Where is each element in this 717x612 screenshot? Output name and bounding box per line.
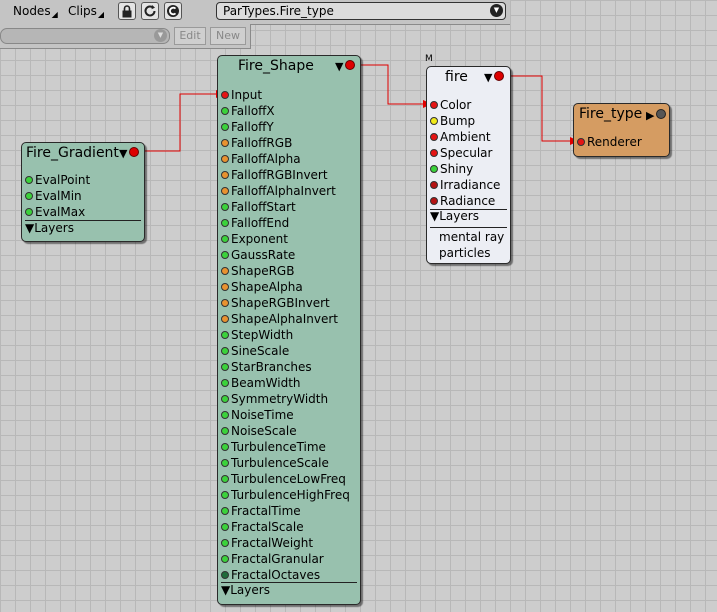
pin-falloffy[interactable]: FalloffY <box>218 119 360 135</box>
pin-falloffstart[interactable]: FalloffStart <box>218 199 360 215</box>
node-badge: M <box>425 54 433 64</box>
pin-exponent[interactable]: Exponent <box>218 231 360 247</box>
node-title: fire <box>445 69 468 85</box>
pin-falloffx[interactable]: FalloffX <box>218 103 360 119</box>
pin-shapergb[interactable]: ShapeRGB <box>218 263 360 279</box>
pin-falloffrgbinvert[interactable]: FalloffRGBInvert <box>218 167 360 183</box>
pin-fractalweight[interactable]: FractalWeight <box>218 535 360 551</box>
pin-falloffrgb[interactable]: FalloffRGB <box>218 135 360 151</box>
wire-shape-to-fire <box>357 64 425 105</box>
node-fire-type[interactable]: Fire_type ▶ Renderer <box>573 103 670 157</box>
pin-evalmax[interactable]: EvalMax <box>22 204 144 220</box>
pin-fractaloctaves[interactable]: FractalOctaves <box>218 567 360 583</box>
pin-noisetime[interactable]: NoiseTime <box>218 407 360 423</box>
pin-evalmin[interactable]: EvalMin <box>22 188 144 204</box>
pin-evalpoint[interactable]: EvalPoint <box>22 172 144 188</box>
layers-toggle[interactable]: ▼Layers <box>221 583 270 597</box>
shader-category: particles <box>439 246 491 260</box>
output-port[interactable] <box>345 60 356 70</box>
wire-gradient-to-shape <box>137 93 218 152</box>
pin-ambient[interactable]: Ambient <box>427 129 510 145</box>
output-port[interactable] <box>494 71 505 81</box>
layers-toggle[interactable]: ▼Layers <box>430 209 479 223</box>
pin-list: EvalPoint EvalMin EvalMax <box>22 172 144 220</box>
node-title: Fire_Shape <box>238 58 314 74</box>
pin-list: Input FalloffX FalloffY FalloffRGB FalloffAl… <box>218 87 360 583</box>
pin-list: Renderer <box>574 134 669 150</box>
collapse-icon[interactable]: ▼ <box>119 147 127 160</box>
pin-specular[interactable]: Specular <box>427 145 510 161</box>
node-fire-shape[interactable]: Fire_Shape ▼ Input FalloffX FalloffY Fallof… <box>217 55 361 605</box>
node-title: Fire_type <box>579 106 643 122</box>
collapse-icon[interactable]: ▼ <box>335 60 343 73</box>
pin-irradiance[interactable]: Irradiance <box>427 177 510 193</box>
pin-noisescale[interactable]: NoiseScale <box>218 423 360 439</box>
pin-shapealphainvert[interactable]: ShapeAlphaInvert <box>218 311 360 327</box>
pin-list: Color Bump Ambient Specular Shiny Irradi… <box>427 97 510 209</box>
node-fire-gradient[interactable]: Fire_Gradient ▼ EvalPoint EvalMin EvalMa… <box>21 142 145 242</box>
play-icon[interactable]: ▶ <box>646 109 654 122</box>
output-port[interactable] <box>129 147 140 157</box>
pin-starbranches[interactable]: StarBranches <box>218 359 360 375</box>
pin-gaussrate[interactable]: GaussRate <box>218 247 360 263</box>
pin-fractaltime[interactable]: FractalTime <box>218 503 360 519</box>
layers-toggle[interactable]: ▼Layers <box>25 221 74 235</box>
pin-turbulencehighfreq[interactable]: TurbulenceHighFreq <box>218 487 360 503</box>
pin-falloffend[interactable]: FalloffEnd <box>218 215 360 231</box>
pin-color[interactable]: Color <box>427 97 510 113</box>
pin-radiance[interactable]: Radiance <box>427 193 510 209</box>
pin-input[interactable]: Input <box>218 87 360 103</box>
pin-shiny[interactable]: Shiny <box>427 161 510 177</box>
wire-fire-to-type <box>506 75 572 142</box>
shader-type: mental ray <box>439 230 505 244</box>
pin-fractalgranular[interactable]: FractalGranular <box>218 551 360 567</box>
pin-turbulencescale[interactable]: TurbulenceScale <box>218 455 360 471</box>
pin-renderer[interactable]: Renderer <box>574 134 669 150</box>
output-port[interactable] <box>656 109 667 119</box>
pin-falloffalpha[interactable]: FalloffAlpha <box>218 151 360 167</box>
pin-falloffalphainvert[interactable]: FalloffAlphaInvert <box>218 183 360 199</box>
pin-turbulencetime[interactable]: TurbulenceTime <box>218 439 360 455</box>
pin-turbulencelowfreq[interactable]: TurbulenceLowFreq <box>218 471 360 487</box>
pin-bump[interactable]: Bump <box>427 113 510 129</box>
pin-symmetrywidth[interactable]: SymmetryWidth <box>218 391 360 407</box>
pin-shapealpha[interactable]: ShapeAlpha <box>218 279 360 295</box>
pin-stepwidth[interactable]: StepWidth <box>218 327 360 343</box>
node-fire[interactable]: fire ▼ Color Bump Ambient Specular Shiny… <box>426 66 511 264</box>
pin-shapergbinvert[interactable]: ShapeRGBInvert <box>218 295 360 311</box>
node-title: Fire_Gradient <box>26 145 119 161</box>
collapse-icon[interactable]: ▼ <box>484 71 492 84</box>
pin-fractalscale[interactable]: FractalScale <box>218 519 360 535</box>
pin-beamwidth[interactable]: BeamWidth <box>218 375 360 391</box>
pin-sinescale[interactable]: SineScale <box>218 343 360 359</box>
